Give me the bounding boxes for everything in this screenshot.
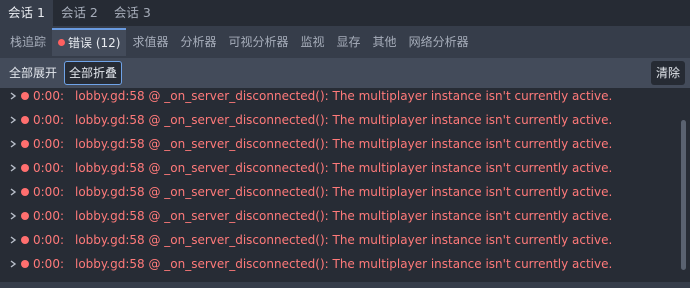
- clear-button[interactable]: 清除: [650, 61, 685, 85]
- error-row[interactable]: 0:00: lobby.gd:58 @ _on_server_disconnect…: [0, 132, 672, 156]
- error-dot-icon: [21, 188, 29, 196]
- chevron-right-icon[interactable]: [8, 156, 18, 180]
- tab-evaluator[interactable]: 求值器: [126, 28, 174, 56]
- error-row[interactable]: 0:00: lobby.gd:58 @ _on_server_disconnect…: [0, 204, 672, 228]
- error-dot-icon: [21, 140, 29, 148]
- error-message: lobby.gd:58 @ _on_server_disconnected():…: [75, 137, 613, 151]
- session-tab-bar: 会话 1 会话 2 会话 3: [0, 0, 690, 26]
- error-row[interactable]: 0:00: lobby.gd:58 @ _on_server_disconnect…: [0, 156, 672, 180]
- error-message: lobby.gd:58 @ _on_server_disconnected():…: [75, 185, 613, 199]
- tab-errors-label: 错误 (12): [68, 36, 121, 50]
- error-time: 0:00:: [33, 89, 64, 103]
- chevron-right-icon[interactable]: [8, 252, 18, 276]
- session-tab-2[interactable]: 会话 2: [53, 0, 106, 26]
- error-row[interactable]: 0:00: lobby.gd:58 @ _on_server_disconnect…: [0, 180, 672, 204]
- error-dot-icon: [21, 116, 29, 124]
- errors-toolbar: 全部展开 全部折叠 清除: [0, 58, 690, 88]
- error-time: 0:00:: [33, 161, 64, 175]
- error-message: lobby.gd:58 @ _on_server_disconnected():…: [75, 161, 613, 175]
- tab-stack-trace[interactable]: 栈追踪: [4, 28, 52, 56]
- tab-misc[interactable]: 其他: [367, 28, 403, 56]
- session-tab-1[interactable]: 会话 1: [0, 0, 53, 26]
- error-message: lobby.gd:58 @ _on_server_disconnected():…: [75, 113, 613, 127]
- chevron-right-icon[interactable]: [8, 228, 18, 252]
- error-row[interactable]: 0:00: lobby.gd:58 @ _on_server_disconnect…: [0, 108, 672, 132]
- error-row[interactable]: 0:00: lobby.gd:58 @ _on_server_disconnect…: [0, 252, 672, 276]
- tab-profiler[interactable]: 分析器: [174, 28, 222, 56]
- tab-errors[interactable]: 错误 (12): [52, 28, 127, 56]
- error-message: lobby.gd:58 @ _on_server_disconnected():…: [75, 233, 613, 247]
- chevron-right-icon[interactable]: [8, 180, 18, 204]
- error-time: 0:00:: [33, 257, 64, 271]
- chevron-right-icon[interactable]: [8, 204, 18, 228]
- tab-network-profiler[interactable]: 网络分析器: [403, 28, 475, 56]
- error-time: 0:00:: [33, 113, 64, 127]
- error-dot-icon: [58, 39, 66, 46]
- error-time: 0:00:: [33, 233, 64, 247]
- error-dot-icon: [21, 236, 29, 244]
- tab-video-ram[interactable]: 显存: [331, 28, 367, 56]
- error-message: lobby.gd:58 @ _on_server_disconnected():…: [75, 257, 613, 271]
- bottom-strip: [0, 282, 690, 288]
- chevron-right-icon[interactable]: [8, 108, 18, 132]
- expand-all-button[interactable]: 全部展开: [5, 61, 61, 85]
- error-time: 0:00:: [33, 137, 64, 151]
- chevron-right-icon[interactable]: [8, 88, 18, 108]
- tab-visual-profiler[interactable]: 可视分析器: [223, 28, 295, 56]
- error-dot-icon: [21, 212, 29, 220]
- error-message: lobby.gd:58 @ _on_server_disconnected():…: [75, 209, 613, 223]
- error-dot-icon: [21, 164, 29, 172]
- session-tab-3[interactable]: 会话 3: [106, 0, 159, 26]
- error-list: 0:00: lobby.gd:58 @ _on_server_disconnect…: [0, 88, 690, 282]
- vertical-scrollbar[interactable]: [681, 120, 686, 270]
- tab-monitors[interactable]: 监视: [295, 28, 331, 56]
- error-message: lobby.gd:58 @ _on_server_disconnected():…: [75, 89, 613, 103]
- error-row[interactable]: 0:00: lobby.gd:58 @ _on_server_disconnect…: [0, 88, 672, 108]
- error-time: 0:00:: [33, 209, 64, 223]
- collapse-all-button[interactable]: 全部折叠: [64, 61, 123, 85]
- error-dot-icon: [21, 92, 29, 100]
- error-time: 0:00:: [33, 185, 64, 199]
- debugger-tab-bar: 栈追踪 错误 (12) 求值器 分析器 可视分析器 监视 显存 其他 网络分析器: [0, 28, 690, 56]
- chevron-right-icon[interactable]: [8, 132, 18, 156]
- error-dot-icon: [21, 260, 29, 268]
- error-row[interactable]: 0:00: lobby.gd:58 @ _on_server_disconnect…: [0, 228, 672, 252]
